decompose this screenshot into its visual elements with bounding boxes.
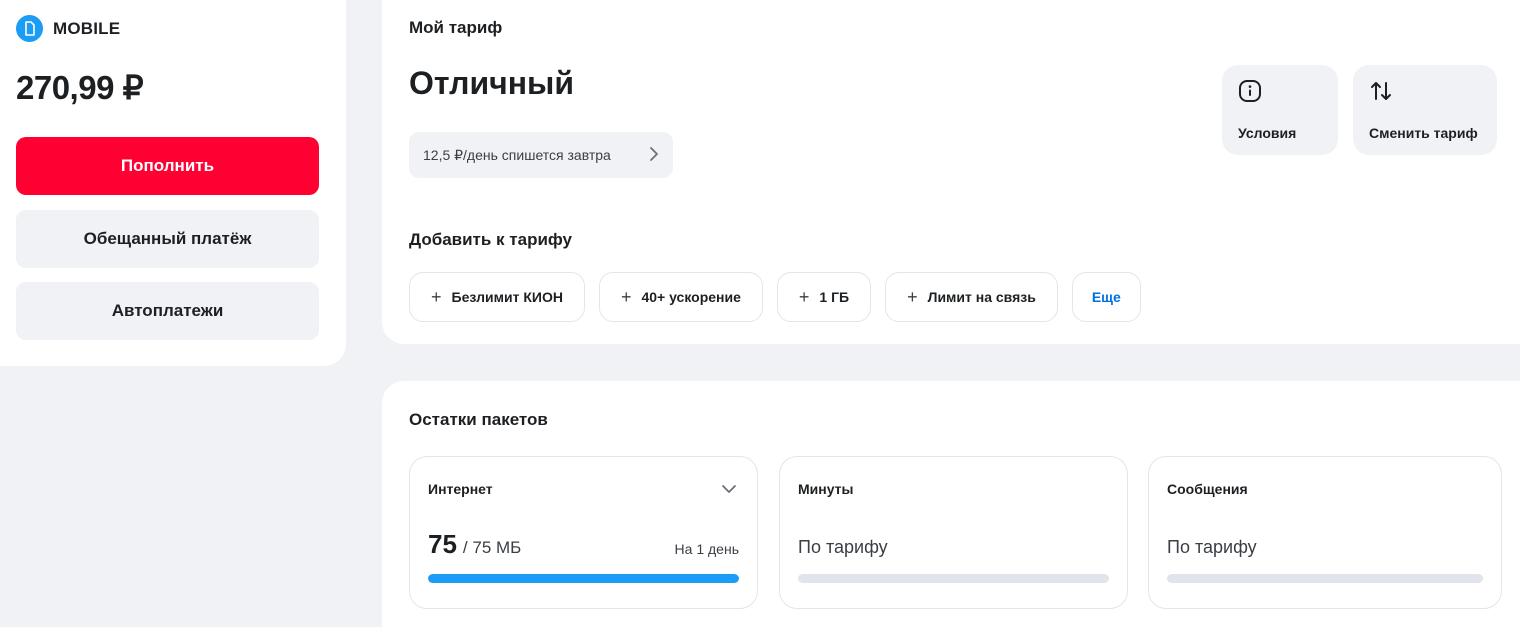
tariff-card: Мой тариф Отличный 12,5 ₽/день спишется … <box>382 0 1520 344</box>
package-progress-bar <box>798 574 1109 583</box>
package-progress-fill <box>428 574 739 583</box>
addon-chip-1gb[interactable]: +1 ГБ <box>776 272 872 322</box>
change-tariff-button[interactable]: Сменить тариф <box>1353 65 1497 155</box>
addon-label: 1 ГБ <box>819 289 850 305</box>
terms-label: Условия <box>1238 125 1297 141</box>
package-sms[interactable]: Сообщения По тарифу <box>1148 456 1502 609</box>
package-progress-bar <box>428 574 739 583</box>
plus-icon: + <box>798 286 810 307</box>
package-status: По тарифу <box>798 537 888 557</box>
plus-icon: + <box>907 286 918 307</box>
promised-payment-button[interactable]: Обещанный платёж <box>16 210 319 268</box>
addon-chip-limit[interactable]: + Лимит на связь <box>885 272 1058 322</box>
tariff-name: Отличный <box>409 65 575 101</box>
tariff-section-label: Мой тариф <box>409 18 503 37</box>
chevron-down-icon[interactable] <box>721 481 737 499</box>
addons-list: + Безлимит КИОН +40+ ускорение +1 ГБ + Лим… <box>409 272 1141 322</box>
addon-label: 40+ ускорение <box>641 289 741 305</box>
package-status: По тарифу <box>1167 537 1257 557</box>
addon-label: Безлимит КИОН <box>451 289 563 305</box>
package-total: / 75 МБ <box>462 538 522 557</box>
package-minutes[interactable]: Минуты По тарифу <box>779 456 1128 609</box>
package-remaining: 75 <box>428 529 457 559</box>
plus-icon: + <box>620 286 632 307</box>
package-title: Сообщения <box>1167 481 1248 497</box>
terms-button[interactable]: Условия <box>1222 65 1338 155</box>
daily-charge-chip[interactable]: 12,5 ₽/день спишется завтра <box>409 132 673 178</box>
plus-icon: + <box>431 286 442 307</box>
add-to-tariff-label: Добавить к тарифу <box>409 230 573 249</box>
package-internet[interactable]: Интернет 75 / 75 МБ На 1 день <box>409 456 758 609</box>
change-tariff-label: Сменить тариф <box>1369 125 1478 141</box>
swap-vertical-icon <box>1369 79 1481 108</box>
brand: MOBILE <box>16 15 120 42</box>
topup-button[interactable]: Пополнить <box>16 137 319 195</box>
info-icon <box>1238 79 1322 108</box>
autopay-button[interactable]: Автоплатежи <box>16 282 319 340</box>
addon-label: Лимит на связь <box>927 289 1036 305</box>
sim-card-icon <box>16 15 43 42</box>
packages-section-label: Остатки пакетов <box>409 410 548 429</box>
addon-chip-boost[interactable]: +40+ ускорение <box>598 272 763 322</box>
brand-name: MOBILE <box>53 18 121 38</box>
daily-charge-text: 12,5 ₽/день спишется завтра <box>423 146 611 163</box>
balance-amount: 270,99 ₽ <box>16 69 144 106</box>
package-value: 75 / 75 МБ <box>428 529 521 560</box>
addons-more-button[interactable]: Еще <box>1071 272 1141 322</box>
package-period: На 1 день <box>674 541 739 557</box>
packages-card: Остатки пакетов Интернет 75 / 75 МБ На 1… <box>382 381 1520 627</box>
addon-chip-kion[interactable]: + Безлимит КИОН <box>409 272 585 322</box>
balance-card: MOBILE 270,99 ₽ Пополнить Обещанный плат… <box>0 0 346 366</box>
package-title: Интернет <box>428 481 493 497</box>
package-title: Минуты <box>798 481 854 497</box>
chevron-right-icon <box>649 146 659 165</box>
package-progress-bar <box>1167 574 1483 583</box>
